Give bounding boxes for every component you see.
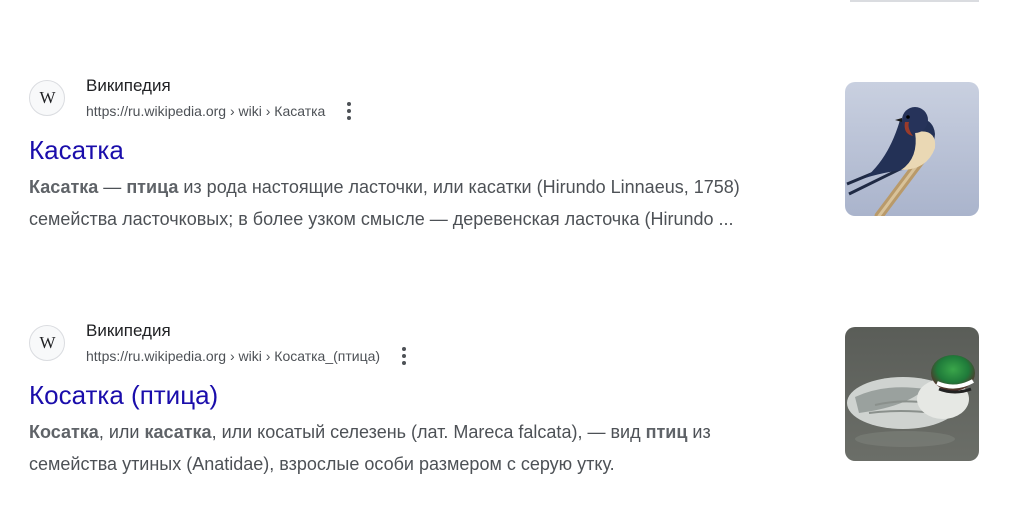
- search-result-1: W Википедия https://ru.wikipedia.org › w…: [29, 72, 979, 235]
- snippet-text: —: [98, 177, 127, 197]
- falcated-duck-thumbnail[interactable]: [845, 327, 979, 461]
- snippet-text: , или косатый селезень (лат. Mareca falc…: [211, 422, 646, 442]
- site-name: Википедия: [86, 320, 171, 340]
- search-result-2: W Википедия https://ru.wikipedia.org › w…: [29, 317, 979, 480]
- snippet-bold: птиц: [645, 422, 688, 442]
- site-name: Википедия: [86, 75, 171, 95]
- more-options-icon[interactable]: [396, 345, 412, 367]
- snippet-bold: птица: [126, 177, 179, 197]
- result-source[interactable]: W Википедия https://ru.wikipedia.org › w…: [29, 72, 979, 124]
- url-line: https://ru.wikipedia.org › wiki › Косатк…: [86, 345, 412, 367]
- source-text: Википедия https://ru.wikipedia.org › wik…: [86, 320, 412, 367]
- result-source[interactable]: W Википедия https://ru.wikipedia.org › w…: [29, 317, 979, 369]
- result-url: https://ru.wikipedia.org › wiki › Касатк…: [86, 102, 326, 119]
- snippet-bold: Касатка: [29, 177, 99, 197]
- more-options-icon[interactable]: [341, 100, 357, 122]
- source-text: Википедия https://ru.wikipedia.org › wik…: [86, 75, 357, 122]
- result-url: https://ru.wikipedia.org › wiki › Косатк…: [86, 347, 381, 364]
- snippet-text: , или: [98, 422, 145, 442]
- snippet-bold: касатка: [144, 422, 212, 442]
- result-title-link[interactable]: Касатка: [29, 133, 124, 167]
- snippet-bold: Косатка: [29, 422, 99, 442]
- wikipedia-favicon-icon: W: [29, 80, 65, 116]
- wikipedia-favicon-icon: W: [29, 325, 65, 361]
- result-title-link[interactable]: Косатка (птица): [29, 378, 218, 412]
- swallow-bird-thumbnail[interactable]: [845, 82, 979, 216]
- result-snippet: Касатка — птица из рода настоящие ласточ…: [29, 171, 799, 235]
- url-line: https://ru.wikipedia.org › wiki › Касатк…: [86, 100, 357, 122]
- result-snippet: Косатка, или касатка, или косатый селезе…: [29, 416, 799, 480]
- top-divider: [850, 0, 979, 2]
